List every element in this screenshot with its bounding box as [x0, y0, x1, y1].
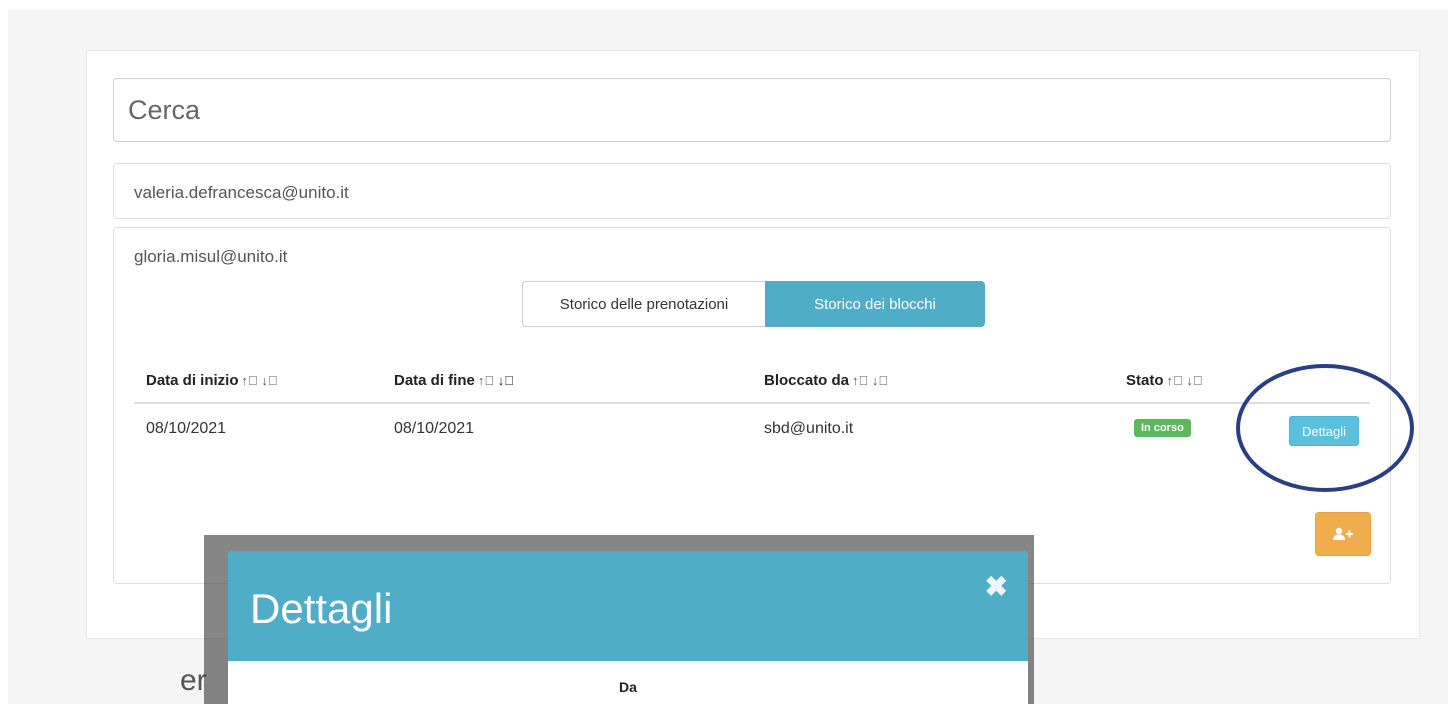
user-email: valeria.defrancesca@unito.it: [134, 183, 349, 202]
modal-header: Dettagli ✖: [228, 551, 1028, 661]
user-row[interactable]: valeria.defrancesca@unito.it: [113, 163, 1391, 219]
cell-start-date: 08/10/2021: [146, 420, 227, 437]
modal-title: Dettagli: [250, 585, 393, 632]
cell-blocked-by: sbd@unito.it: [764, 420, 854, 437]
details-button[interactable]: Dettagli: [1289, 416, 1359, 446]
sort-icons[interactable]: ↑⃝ ↓⃝: [852, 373, 888, 388]
close-icon[interactable]: ✖: [985, 573, 1008, 601]
modal-body: Da: [228, 661, 1028, 704]
tab-block-history[interactable]: Storico dei blocchi: [765, 281, 985, 327]
table-row: 08/10/2021 08/10/2021 sbd@unito.it In co…: [134, 406, 1370, 456]
column-header-blocked-by[interactable]: Bloccato da ↑⃝ ↓⃝: [764, 372, 888, 389]
obscured-heading-fragment: er: [180, 664, 207, 697]
search-input[interactable]: [113, 78, 1391, 142]
history-tabs: Storico delle prenotazioni Storico dei b…: [522, 281, 985, 327]
sort-icons[interactable]: ↑⃝ ↓⃝: [1167, 373, 1203, 388]
status-badge: In corso: [1134, 419, 1191, 437]
column-header-status[interactable]: Stato ↑⃝ ↓⃝: [1126, 372, 1203, 389]
add-user-icon: [1333, 527, 1353, 540]
sort-icons[interactable]: ↑⃝ ↓⃝: [478, 373, 514, 388]
add-user-button[interactable]: [1315, 512, 1371, 556]
user-email[interactable]: gloria.misul@unito.it: [134, 247, 287, 267]
cell-end-date: 08/10/2021: [394, 420, 475, 437]
user-row-expanded: gloria.misul@unito.it Storico delle pren…: [113, 227, 1391, 584]
column-header-start-date[interactable]: Data di inizio ↑⃝ ↓⃝: [146, 372, 278, 389]
table-header: Data di inizio ↑⃝ ↓⃝ Data di fine ↑⃝ ↓⃝ Bl…: [134, 368, 1370, 404]
details-modal: Dettagli ✖ Da: [228, 551, 1028, 704]
sort-icons[interactable]: ↑⃝ ↓⃝: [242, 373, 278, 388]
column-header-end-date[interactable]: Data di fine ↑⃝ ↓⃝: [394, 372, 514, 389]
modal-field-label-from: Da: [619, 679, 637, 695]
tab-booking-history[interactable]: Storico delle prenotazioni: [522, 281, 765, 327]
